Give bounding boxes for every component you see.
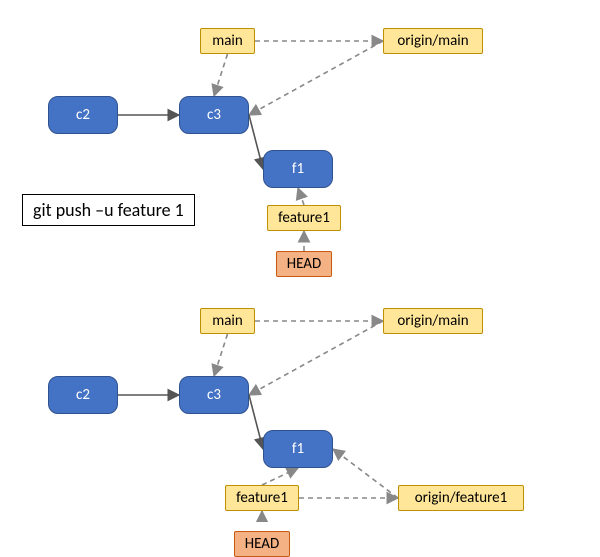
label: HEAD — [245, 535, 279, 553]
label: f1 — [292, 160, 304, 178]
label: feature1 — [278, 209, 330, 227]
label: HEAD — [287, 255, 321, 273]
head-head: HEAD — [234, 531, 290, 557]
edge-main-c3 — [214, 334, 228, 376]
commit-c2: c2 — [48, 376, 118, 414]
label: c2 — [76, 386, 90, 404]
label: c3 — [207, 386, 221, 404]
edge-ofeat-f1 — [333, 449, 398, 498]
branch-omain: origin/main — [383, 28, 483, 54]
edge-omain-c3 — [249, 41, 383, 115]
edge-c3-f1 — [249, 395, 263, 449]
commit-f1: f1 — [263, 150, 333, 188]
commit-c2: c2 — [48, 96, 118, 134]
edge-c3-f1 — [249, 115, 263, 169]
label: c3 — [207, 106, 221, 124]
label: feature1 — [236, 489, 288, 507]
label: c2 — [76, 106, 90, 124]
label: main — [212, 32, 243, 50]
commit-f1: f1 — [263, 430, 333, 468]
branch-feature1: feature1 — [225, 485, 299, 511]
commit-c3: c3 — [179, 96, 249, 134]
edge-feature1-f1 — [262, 468, 298, 485]
branch-ofeat: origin/feature1 — [398, 485, 524, 511]
edge-omain-c3 — [249, 321, 383, 395]
head-head: HEAD — [276, 251, 332, 277]
label: origin/feature1 — [415, 489, 507, 507]
git-command-text: git push –u feature 1 — [33, 199, 184, 221]
label: main — [212, 312, 243, 330]
label: origin/main — [397, 312, 468, 330]
branch-main: main — [200, 28, 255, 54]
edge-feature1-f1 — [298, 188, 304, 205]
commit-c3: c3 — [179, 376, 249, 414]
label: f1 — [292, 440, 304, 458]
label: origin/main — [397, 32, 468, 50]
git-command: git push –u feature 1 — [22, 194, 195, 226]
edge-main-c3 — [214, 54, 228, 96]
branch-main: main — [200, 308, 255, 334]
branch-feature1: feature1 — [267, 205, 341, 231]
branch-omain: origin/main — [383, 308, 483, 334]
